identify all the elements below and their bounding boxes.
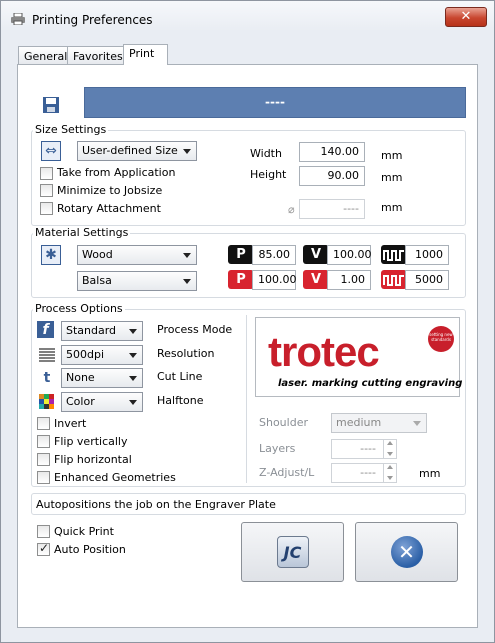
status-text: Autopositions the job on the Engraver Pl… [31, 493, 466, 515]
power-field-1[interactable]: 85.00 [252, 245, 296, 265]
halftone-icon [37, 392, 57, 412]
z-adjust-field: ---- [331, 463, 397, 483]
flip-vertically-label: Flip vertically [54, 435, 128, 448]
window-title: Printing Preferences [32, 13, 153, 27]
enhanced-geometries-checkbox[interactable] [37, 471, 50, 484]
velocity-badge: V [303, 270, 329, 289]
close-button[interactable]: ✕ [445, 7, 487, 27]
frequency-field-2[interactable]: 5000 [405, 270, 449, 290]
logo-tagline: laser. marking cutting engraving [278, 378, 463, 389]
z-adjust-label: Z-Adjust/L [259, 466, 315, 479]
tab-favorites[interactable]: Favorites [67, 46, 124, 65]
height-unit: mm [381, 171, 403, 184]
cancel-icon: ✕ [390, 536, 423, 568]
frequency-icon [381, 270, 407, 289]
printer-icon [11, 12, 25, 26]
diameter-field: ---- [299, 199, 365, 219]
size-settings-label: Size Settings [33, 123, 109, 136]
size-mode-select[interactable]: User-defined Size [77, 141, 197, 161]
auto-position-label: Auto Position [54, 543, 126, 556]
cut-line-icon: t [43, 370, 51, 386]
shoulder-label: Shoulder [259, 416, 308, 429]
save-icon[interactable] [41, 95, 61, 115]
flip-vertically-checkbox[interactable] [37, 435, 50, 448]
invert-label: Invert [54, 417, 87, 430]
diameter-icon: ⌀ [288, 203, 295, 216]
job-name-display[interactable]: ---- [84, 87, 466, 118]
width-unit: mm [381, 149, 403, 162]
halftone-label: Halftone [157, 394, 204, 407]
invert-checkbox[interactable] [37, 417, 50, 430]
resolution-select[interactable]: 500dpi [61, 345, 143, 365]
resolution-icon [37, 345, 57, 365]
diameter-unit: mm [381, 201, 403, 214]
layers-value: ---- [360, 442, 376, 455]
shoulder-select: medium [331, 413, 427, 433]
material-select[interactable]: Wood [77, 245, 197, 265]
layers-field: ---- [331, 439, 397, 459]
resolution-label: Resolution [157, 347, 215, 360]
velocity-field-2[interactable]: 1.00 [327, 270, 371, 290]
flip-horizontal-label: Flip horizontal [54, 453, 132, 466]
close-icon: ✕ [460, 9, 472, 24]
height-field[interactable]: 90.00 [299, 166, 365, 186]
minimize-to-jobsize-checkbox[interactable] [40, 184, 53, 197]
cut-line-select[interactable]: None [61, 368, 143, 388]
auto-position-checkbox[interactable] [37, 541, 50, 556]
quick-print-label: Quick Print [54, 525, 114, 538]
logo-seal: setting new standards [428, 326, 454, 352]
height-label: Height [250, 168, 287, 181]
take-from-application-checkbox[interactable] [40, 167, 53, 180]
logo-brand: trotec [268, 328, 380, 375]
z-adjust-spinner [383, 464, 396, 482]
take-from-application-label: Take from Application [57, 166, 176, 179]
jobcontrol-button[interactable]: JC [241, 522, 344, 582]
material-type-select[interactable]: Balsa [77, 271, 197, 291]
process-mode-label: Process Mode [157, 323, 233, 336]
rotary-attachment-label: Rotary Attachment [57, 202, 161, 215]
width-label: Width [250, 147, 282, 160]
power-field-2[interactable]: 100.00 [252, 270, 297, 290]
enhanced-geometries-label: Enhanced Geometries [54, 471, 176, 484]
velocity-field-1[interactable]: 100.00 [327, 245, 372, 265]
tab-print[interactable]: Print [123, 44, 168, 65]
cancel-button[interactable]: ✕ [355, 522, 458, 582]
velocity-badge: V [303, 245, 329, 264]
layers-label: Layers [259, 442, 296, 455]
material-icon[interactable]: ✱ [41, 245, 61, 265]
rotary-attachment-checkbox[interactable] [40, 202, 53, 215]
quick-print-checkbox[interactable] [37, 525, 50, 538]
process-mode-select[interactable]: Standard [61, 321, 143, 341]
jobcontrol-icon: JC [276, 536, 309, 568]
z-adjust-value: ---- [360, 466, 376, 479]
trotec-logo: trotec setting new standards laser. mark… [255, 317, 463, 397]
z-adjust-unit: mm [419, 467, 441, 480]
power-badge: P [228, 270, 254, 289]
material-settings-label: Material Settings [33, 226, 131, 239]
printing-preferences-window: Printing Preferences ✕ General Favorites… [0, 0, 495, 643]
process-mode-icon: f [37, 321, 54, 338]
cut-line-label: Cut Line [157, 370, 203, 383]
divider [246, 315, 247, 483]
tab-general[interactable]: General [18, 46, 68, 65]
flip-horizontal-checkbox[interactable] [37, 453, 50, 466]
minimize-to-jobsize-label: Minimize to Jobsize [57, 184, 163, 197]
frequency-icon [381, 245, 407, 264]
width-field[interactable]: 140.00 [299, 142, 365, 162]
frequency-field-1[interactable]: 1000 [405, 245, 449, 265]
layers-spinner [383, 440, 396, 458]
resize-icon: ⇔ [41, 141, 61, 161]
power-badge: P [228, 245, 254, 264]
process-options-label: Process Options [33, 302, 125, 315]
halftone-select[interactable]: Color [61, 392, 143, 412]
